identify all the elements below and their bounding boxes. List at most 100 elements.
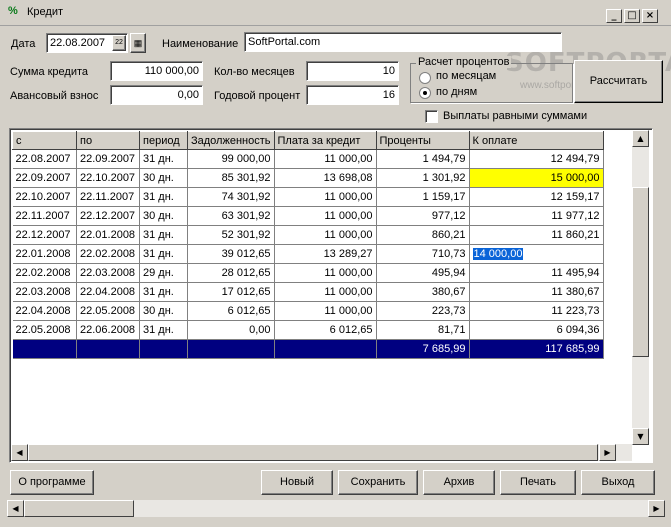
table-row[interactable]: 22.08.2007 22.09.2007 31 дн. 99 000,00 11 00…: [12, 149, 604, 169]
cell-to[interactable]: 22.01.2008: [76, 225, 140, 245]
table-row[interactable]: 22.05.2008 22.06.2008 31 дн. 0,00 6 012,65 81…: [12, 320, 604, 340]
col-header-from[interactable]: с: [12, 131, 77, 150]
cell-debt[interactable]: 63 301,92: [187, 206, 275, 226]
cell-period[interactable]: 30 дн.: [139, 301, 188, 321]
cell-principal[interactable]: 11 000,00: [274, 225, 377, 245]
cell-to[interactable]: 22.03.2008: [76, 263, 140, 283]
cell-period[interactable]: 31 дн.: [139, 149, 188, 169]
cell-period[interactable]: 30 дн.: [139, 168, 188, 188]
cell-from[interactable]: 22.12.2007: [12, 225, 77, 245]
scroll-up-icon[interactable]: ▲: [632, 130, 649, 147]
cell-interest[interactable]: 860,21: [376, 225, 470, 245]
cell-principal[interactable]: 13 698,08: [274, 168, 377, 188]
cell-interest[interactable]: 380,67: [376, 282, 470, 302]
cell-principal[interactable]: 6 012,65: [274, 320, 377, 340]
cell-interest[interactable]: 495,94: [376, 263, 470, 283]
advance-input[interactable]: 0,00: [110, 85, 203, 105]
horizontal-scrollbar[interactable]: ◀ ▶: [11, 444, 632, 461]
cell-from[interactable]: 22.04.2008: [12, 301, 77, 321]
cell-payment[interactable]: 12 494,79: [469, 149, 604, 169]
table-row[interactable]: 22.11.2007 22.12.2007 30 дн. 63 301,92 11 00…: [12, 206, 604, 226]
cell-interest[interactable]: 1 494,79: [376, 149, 470, 169]
horizontal-scroll-thumb[interactable]: [28, 444, 598, 461]
vertical-scroll-thumb[interactable]: [632, 187, 649, 357]
calculate-button[interactable]: Рассчитать: [574, 60, 663, 103]
table-row[interactable]: 22.12.2007 22.01.2008 31 дн. 52 301,92 11 00…: [12, 225, 604, 245]
cell-payment[interactable]: 14 000,00: [469, 244, 604, 264]
cell-interest[interactable]: 223,73: [376, 301, 470, 321]
cell-period[interactable]: 31 дн.: [139, 244, 188, 264]
cell-debt[interactable]: 0,00: [187, 320, 275, 340]
cell-period[interactable]: 30 дн.: [139, 206, 188, 226]
table-row[interactable]: 22.04.2008 22.05.2008 30 дн. 6 012,65 11 000…: [12, 301, 604, 321]
col-header-to[interactable]: по: [76, 131, 140, 150]
cell-period[interactable]: 31 дн.: [139, 225, 188, 245]
cell-from[interactable]: 22.09.2007: [12, 168, 77, 188]
cell-payment[interactable]: 11 380,67: [469, 282, 604, 302]
new-button[interactable]: Новый: [261, 470, 333, 495]
cell-principal[interactable]: 11 000,00: [274, 187, 377, 207]
cell-to[interactable]: 22.10.2007: [76, 168, 140, 188]
cell-from[interactable]: 22.01.2008: [12, 244, 77, 264]
window-scroll-thumb[interactable]: [24, 500, 134, 517]
cell-from[interactable]: 22.03.2008: [12, 282, 77, 302]
cell-principal[interactable]: 11 000,00: [274, 263, 377, 283]
payment-schedule-grid[interactable]: с по период Задолженность Плата за креди…: [9, 128, 653, 463]
months-input[interactable]: 10: [306, 61, 399, 81]
cell-payment[interactable]: 15 000,00: [469, 168, 604, 188]
cell-to[interactable]: 22.02.2008: [76, 244, 140, 264]
cell-period[interactable]: 29 дн.: [139, 263, 188, 283]
calendar-icon[interactable]: ▦: [130, 33, 146, 53]
amount-input[interactable]: 110 000,00: [110, 61, 203, 81]
window-horizontal-scrollbar[interactable]: ◀ ▶: [7, 500, 665, 517]
cell-payment[interactable]: 11 860,21: [469, 225, 604, 245]
date-dropdown-button[interactable]: 22: [112, 35, 126, 51]
cell-principal[interactable]: 11 000,00: [274, 149, 377, 169]
scroll-right-icon[interactable]: ▶: [599, 444, 616, 461]
cell-interest[interactable]: 977,12: [376, 206, 470, 226]
cell-interest[interactable]: 1 159,17: [376, 187, 470, 207]
cell-debt[interactable]: 17 012,65: [187, 282, 275, 302]
table-row[interactable]: 22.02.2008 22.03.2008 29 дн. 28 012,65 11 00…: [12, 263, 604, 283]
cell-payment[interactable]: 11 495,94: [469, 263, 604, 283]
name-input[interactable]: SoftPortal.com: [244, 32, 562, 52]
cell-debt[interactable]: 28 012,65: [187, 263, 275, 283]
about-button[interactable]: О программе: [10, 470, 94, 495]
col-header-interest[interactable]: Проценты: [375, 131, 470, 150]
cell-interest[interactable]: 710,73: [376, 244, 470, 264]
cell-principal[interactable]: 11 000,00: [274, 301, 377, 321]
cell-from[interactable]: 22.08.2007: [12, 149, 77, 169]
scroll-down-icon[interactable]: ▼: [632, 428, 649, 445]
cell-interest[interactable]: 81,71: [376, 320, 470, 340]
cell-payment[interactable]: 12 159,17: [469, 187, 604, 207]
cell-debt[interactable]: 39 012,65: [187, 244, 275, 264]
cell-debt[interactable]: 52 301,92: [187, 225, 275, 245]
cell-principal[interactable]: 11 000,00: [274, 206, 377, 226]
scroll-left-icon[interactable]: ◀: [11, 444, 28, 461]
cell-to[interactable]: 22.05.2008: [76, 301, 140, 321]
editing-cell-value[interactable]: 14 000,00: [472, 248, 524, 260]
archive-button[interactable]: Архив: [423, 470, 495, 495]
cell-debt[interactable]: 74 301,92: [187, 187, 275, 207]
col-header-payment[interactable]: К оплате: [468, 131, 604, 150]
cell-period[interactable]: 31 дн.: [139, 320, 188, 340]
col-header-period[interactable]: период: [139, 131, 188, 150]
cell-to[interactable]: 22.11.2007: [76, 187, 140, 207]
col-header-principal[interactable]: Плата за кредит: [273, 131, 377, 150]
cell-debt[interactable]: 99 000,00: [187, 149, 275, 169]
exit-button[interactable]: Выход: [581, 470, 655, 495]
table-row[interactable]: 22.10.2007 22.11.2007 31 дн. 74 301,92 11 00…: [12, 187, 604, 207]
cell-from[interactable]: 22.11.2007: [12, 206, 77, 226]
cell-from[interactable]: 22.02.2008: [12, 263, 77, 283]
table-row[interactable]: 22.03.2008 22.04.2008 31 дн. 17 012,65 11 00…: [12, 282, 604, 302]
cell-period[interactable]: 31 дн.: [139, 282, 188, 302]
vertical-scrollbar[interactable]: ▲ ▼: [632, 130, 649, 445]
cell-from[interactable]: 22.10.2007: [12, 187, 77, 207]
cell-payment[interactable]: 6 094,36: [469, 320, 604, 340]
table-row[interactable]: 22.09.2007 22.10.2007 30 дн. 85 301,92 13 69…: [12, 168, 604, 188]
radio-by-months[interactable]: [419, 72, 431, 84]
cell-payment[interactable]: 11 977,12: [469, 206, 604, 226]
close-icon[interactable]: ×: [642, 9, 658, 23]
cell-debt[interactable]: 6 012,65: [187, 301, 275, 321]
cell-principal[interactable]: 13 289,27: [274, 244, 377, 264]
